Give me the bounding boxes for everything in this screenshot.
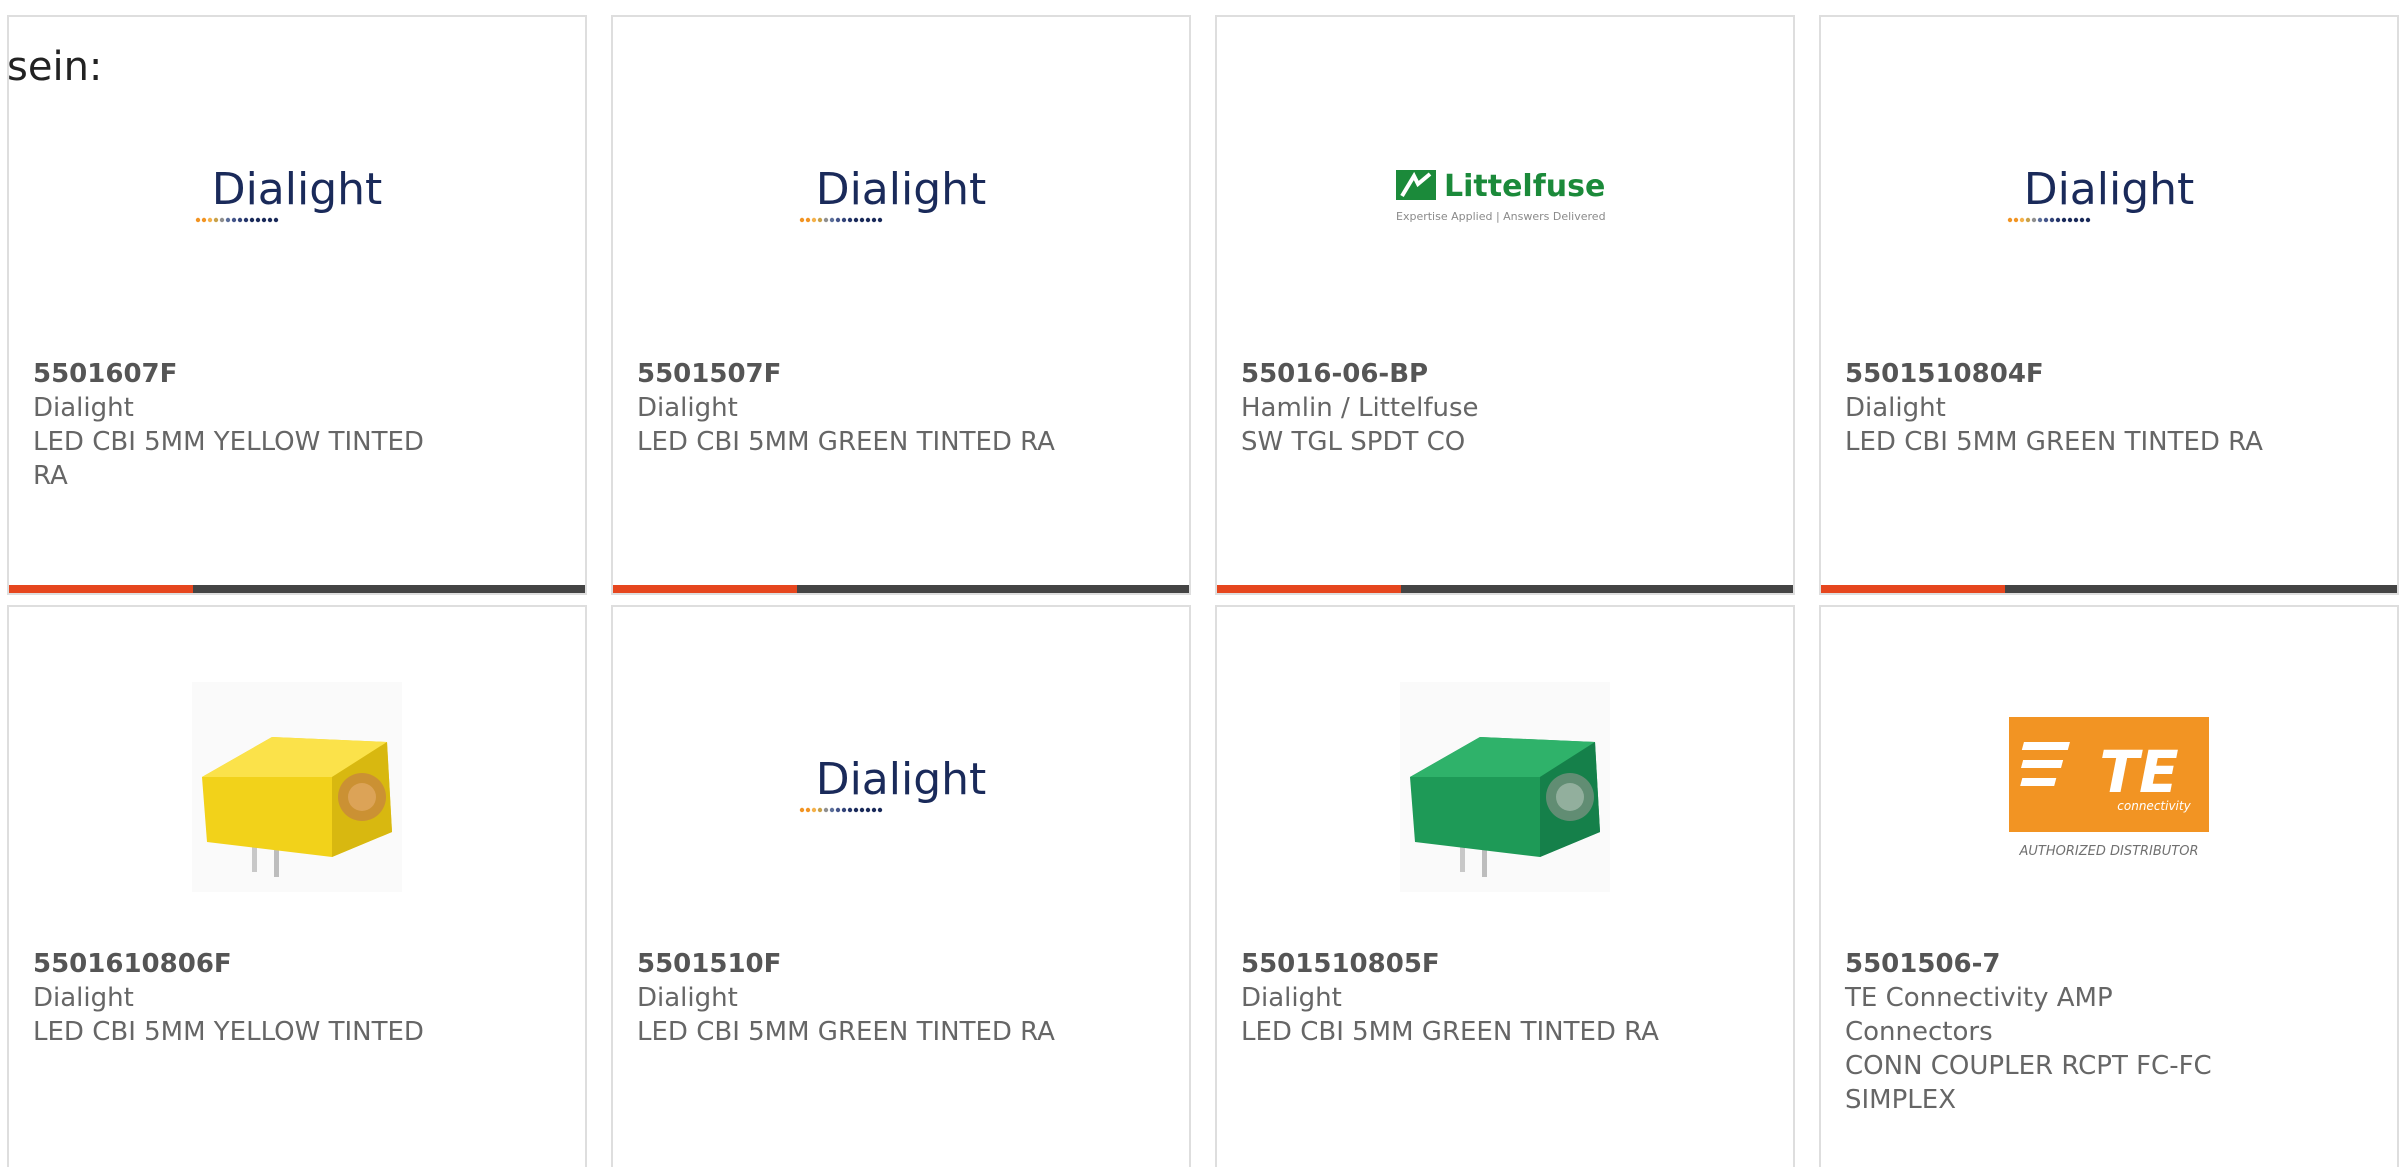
product-info: 5501510805F Dialight LED CBI 5MM GREEN TIN… — [1241, 947, 1661, 1049]
manufacturer: Dialight — [33, 983, 134, 1013]
product-card[interactable]: TE connectivity AUTHORIZED DISTRIBUTOR 5501… — [1819, 605, 2399, 1167]
product-image[interactable] — [9, 667, 585, 907]
part-number[interactable]: 5501510804F — [1845, 357, 2265, 391]
description: LED CBI 5MM GREEN TINTED RA — [1241, 1017, 1659, 1047]
intro-text: sein: — [7, 44, 103, 90]
progress-bar — [613, 585, 1189, 593]
manufacturer: TE Connectivity AMP Connectors — [1845, 983, 2113, 1047]
part-number[interactable]: 5501510F — [637, 947, 1057, 981]
manufacturer: Dialight — [637, 393, 738, 423]
product-card[interactable]: 5501610806F Dialight LED CBI 5MM YELLOW TI… — [7, 605, 587, 1167]
yellow-led-image — [192, 682, 402, 892]
product-info: 5501610806F Dialight LED CBI 5MM YELLOW TI… — [33, 947, 453, 1049]
dialight-logo: Dialight — [2007, 164, 2195, 223]
part-number[interactable]: 5501510805F — [1241, 947, 1661, 981]
progress-fill — [613, 585, 798, 593]
product-info: 5501607F Dialight LED CBI 5MM YELLOW TINTE… — [33, 357, 453, 493]
product-card[interactable]: Dialight 5501510F Dialight LED CBI 5MM GREE… — [611, 605, 1191, 1167]
page: sein: Dialight 5501607F Dialight LED CBI 5M… — [0, 0, 2400, 1167]
progress-fill — [1217, 585, 1402, 593]
manufacturer: Hamlin / Littelfuse — [1241, 393, 1479, 423]
product-image[interactable]: Littelfuse Expertise Applied | Answers De… — [1217, 77, 1793, 317]
product-card[interactable]: Dialight 5501510804F Dialight LED CBI 5MM G… — [1819, 15, 2399, 595]
description: LED CBI 5MM GREEN TINTED RA — [1845, 427, 2263, 457]
part-number[interactable]: 5501507F — [637, 357, 1057, 391]
dialight-logo: Dialight — [799, 164, 987, 223]
progress-bar — [1217, 585, 1793, 593]
product-info: 55016-06-BP Hamlin / Littelfuse SW TGL SPD… — [1241, 357, 1661, 459]
svg-text:TE: TE — [2099, 738, 2178, 806]
product-card[interactable]: Littelfuse Expertise Applied | Answers De… — [1215, 15, 1795, 595]
product-info: 5501507F Dialight LED CBI 5MM GREEN TINTED… — [637, 357, 1057, 459]
part-number[interactable]: 5501610806F — [33, 947, 453, 981]
progress-bar — [1821, 585, 2397, 593]
product-image[interactable]: Dialight — [9, 77, 585, 317]
svg-text:Dialight: Dialight — [212, 164, 383, 215]
dialight-logo: Dialight — [195, 164, 383, 223]
product-info: 5501510804F Dialight LED CBI 5MM GREEN TIN… — [1845, 357, 2265, 459]
description: SW TGL SPDT CO — [1241, 427, 1466, 457]
littelfuse-logo: Littelfuse Expertise Applied | Answers De… — [1396, 169, 1606, 223]
svg-text:Littelfuse: Littelfuse — [1444, 169, 1605, 204]
part-number[interactable]: 55016-06-BP — [1241, 357, 1661, 391]
description: LED CBI 5MM YELLOW TINTED — [33, 1017, 424, 1047]
description: CONN COUPLER RCPT FC-FC SIMPLEX — [1845, 1051, 2212, 1115]
product-card[interactable]: Dialight 5501607F Dialight LED CBI 5MM YELL… — [7, 15, 587, 595]
description: LED CBI 5MM GREEN TINTED RA — [637, 1017, 1055, 1047]
product-image[interactable]: Dialight — [1821, 77, 2397, 317]
description: LED CBI 5MM GREEN TINTED RA — [637, 427, 1055, 457]
product-card[interactable]: Dialight 5501507F Dialight LED CBI 5MM GREE… — [611, 15, 1191, 595]
part-number[interactable]: 5501506-7 — [1845, 947, 2265, 981]
svg-text:connectivity: connectivity — [2117, 799, 2191, 813]
product-grid: Dialight 5501607F Dialight LED CBI 5MM YELL… — [7, 15, 2399, 1167]
product-info: 5501506-7 TE Connectivity AMP Connectors C… — [1845, 947, 2265, 1117]
description: LED CBI 5MM YELLOW TINTED RA — [33, 427, 424, 491]
manufacturer: Dialight — [1241, 983, 1342, 1013]
green-led-image — [1400, 682, 1610, 892]
dialight-logo: Dialight — [799, 754, 987, 813]
manufacturer: Dialight — [637, 983, 738, 1013]
progress-fill — [1821, 585, 2006, 593]
product-card[interactable]: 5501510805F Dialight LED CBI 5MM GREEN TIN… — [1215, 605, 1795, 1167]
product-image[interactable]: Dialight — [613, 667, 1189, 907]
svg-text:Dialight: Dialight — [816, 164, 987, 215]
svg-text:AUTHORIZED DISTRIBUTOR: AUTHORIZED DISTRIBUTOR — [2018, 844, 2198, 859]
manufacturer: Dialight — [33, 393, 134, 423]
product-image[interactable]: TE connectivity AUTHORIZED DISTRIBUTOR — [1821, 667, 2397, 907]
progress-bar — [9, 585, 585, 593]
product-image[interactable] — [1217, 667, 1793, 907]
product-image[interactable]: Dialight — [613, 77, 1189, 317]
part-number[interactable]: 5501607F — [33, 357, 453, 391]
svg-text:Expertise Applied | Answers De: Expertise Applied | Answers Delivered — [1396, 210, 1606, 223]
svg-text:Dialight: Dialight — [816, 754, 987, 805]
product-info: 5501510F Dialight LED CBI 5MM GREEN TINTED… — [637, 947, 1057, 1049]
svg-text:Dialight: Dialight — [2024, 164, 2195, 215]
manufacturer: Dialight — [1845, 393, 1946, 423]
progress-fill — [9, 585, 194, 593]
te-connectivity-logo: TEconnectivity AUTHORIZED DISTRIBUTOR — [2009, 717, 2209, 859]
